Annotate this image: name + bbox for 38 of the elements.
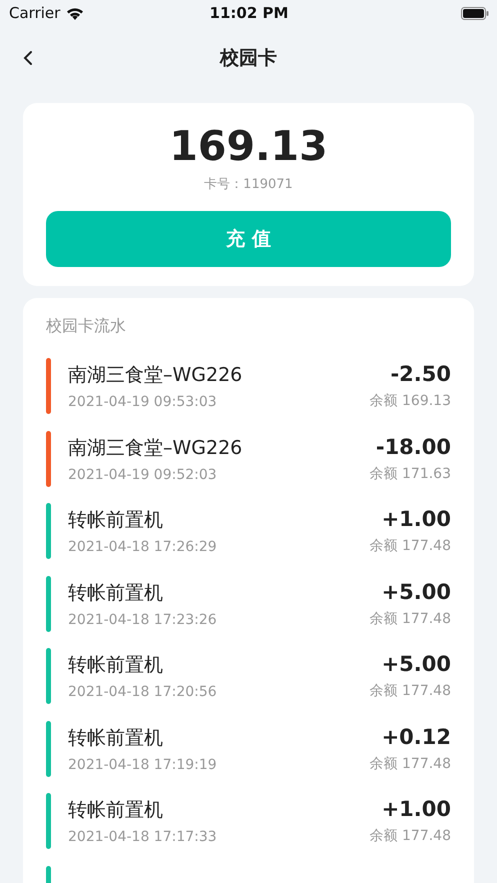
transaction-time: 2021-04-18 17:26:29 [68, 539, 218, 555]
remaining-balance: 余额 177.48 [370, 537, 451, 555]
merchant-name: 转帐前置机 [68, 508, 164, 533]
battery-icon [460, 6, 489, 20]
transaction-amount: +0.12 [382, 724, 451, 748]
carrier-label: Carrier [9, 4, 60, 22]
remaining-balance: 余额 177.48 [370, 610, 451, 628]
merchant-name: 南湖三食堂–WG226 [68, 363, 244, 388]
remaining-balance: 余额 171.63 [370, 464, 451, 482]
back-icon [22, 50, 34, 66]
section-title: 校园卡流水 [46, 316, 127, 337]
status-time: 11:02 PM [210, 4, 288, 22]
transaction-amount: +5.00 [382, 580, 451, 604]
merchant-name: 转帐前置机 [68, 726, 164, 750]
transaction-amount: +5.00 [382, 652, 451, 676]
remaining-balance: 余额 177.48 [370, 754, 451, 772]
transaction-amount: -2.50 [390, 362, 451, 386]
card-number: 卡号：119071 [204, 176, 293, 193]
merchant-name: 转帐前置机 [68, 580, 164, 606]
transaction-amount: +1.00 [382, 507, 451, 531]
transaction-time: 2021-04-18 17:20:56 [68, 684, 218, 700]
remaining-balance: 余额 177.48 [370, 682, 451, 700]
transaction-time: 2021-04-18 17:19:19 [68, 756, 218, 772]
transaction-time: 2021-04-18 17:17:33 [68, 829, 218, 845]
remaining-balance: 余额 169.13 [370, 392, 451, 410]
recharge-button[interactable]: 充 值 [46, 211, 451, 267]
merchant-name: 转帐前置机 [68, 798, 164, 823]
wifi-icon [66, 6, 84, 20]
transaction-time: 2021-04-19 09:52:03 [68, 466, 218, 482]
transaction-amount: +1.00 [382, 797, 451, 821]
merchant-name: 南湖三食堂–WG226 [68, 436, 244, 460]
transaction-time: 2021-04-18 17:23:26 [68, 612, 218, 628]
remaining-balance: 余额 177.48 [370, 827, 451, 845]
balance-amount: 169.13 [169, 121, 328, 171]
page-title: 校园卡 [220, 46, 277, 71]
transaction-amount: -18.00 [376, 434, 451, 458]
merchant-name: 转帐前置机 [68, 653, 164, 678]
transaction-time: 2021-04-19 09:53:03 [68, 394, 218, 410]
